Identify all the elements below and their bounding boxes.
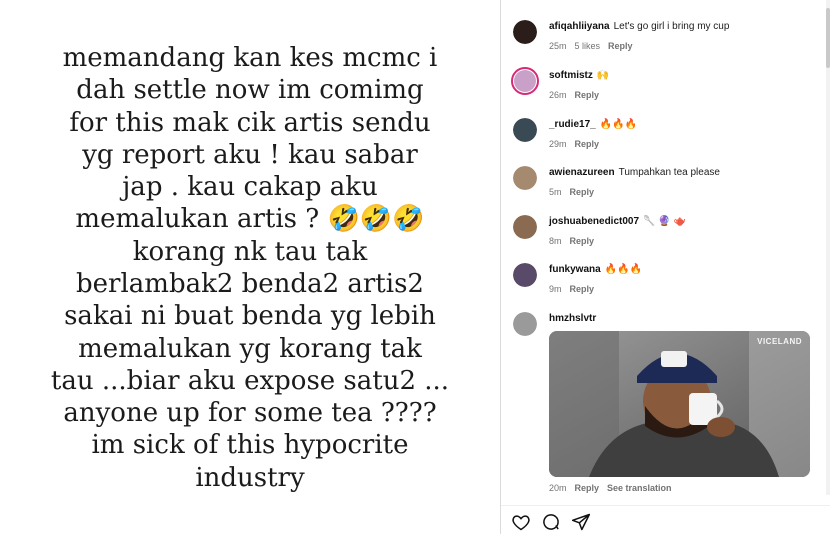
avatar[interactable]: [513, 312, 537, 336]
comment-username[interactable]: awienazureen: [549, 167, 615, 178]
see-translation-button[interactable]: See translation: [607, 483, 672, 493]
scrollbar-track[interactable]: [826, 0, 830, 495]
comment-likes[interactable]: 5 likes: [575, 41, 601, 51]
story-panel: memandang kan kes mcmc i dah settle now …: [0, 0, 500, 534]
avatar[interactable]: [513, 166, 537, 190]
comment-icon[interactable]: [541, 512, 561, 532]
share-icon[interactable]: [571, 512, 591, 532]
story-text: memandang kan kes mcmc i dah settle now …: [50, 42, 450, 493]
avatar[interactable]: [513, 263, 537, 287]
reply-button[interactable]: Reply: [575, 139, 600, 149]
comment-username[interactable]: softmistz: [549, 70, 593, 81]
reply-button[interactable]: Reply: [575, 90, 600, 100]
comment-text: Let's go girl i bring my cup: [613, 21, 730, 32]
heart-icon[interactable]: [511, 512, 531, 532]
comment-text: Tumpahkan tea please: [618, 167, 720, 178]
action-bar: [511, 512, 591, 532]
reply-button[interactable]: Reply: [570, 284, 595, 294]
comment-time: 8m: [549, 236, 562, 246]
comment-text: 🥄 🔮 🫖: [643, 216, 686, 227]
comment-username[interactable]: _rudie17_: [549, 119, 596, 130]
comment-time: 25m: [549, 41, 567, 51]
reply-button[interactable]: Reply: [570, 236, 595, 246]
reply-button[interactable]: Reply: [570, 187, 595, 197]
avatar[interactable]: [511, 67, 539, 95]
avatar[interactable]: [513, 20, 537, 44]
comment-meta: 20m Reply See translation: [549, 483, 680, 493]
gif-watermark: VICELAND: [757, 337, 802, 346]
gif-image: [549, 331, 810, 477]
comment-time: 5m: [549, 187, 562, 197]
comment-gif[interactable]: VICELAND: [549, 331, 810, 477]
comments-panel[interactable]: afiqahliiyana Let's go girl i bring my cu…: [501, 0, 830, 534]
comment-text: 🙌: [596, 70, 610, 81]
comment-username[interactable]: hmzhslvtr: [549, 313, 596, 324]
reply-button[interactable]: Reply: [608, 41, 633, 51]
comment-time: 29m: [549, 139, 567, 149]
comment-time: 26m: [549, 90, 567, 100]
avatar[interactable]: [513, 215, 537, 239]
comment-time: 20m: [549, 483, 567, 493]
reply-button[interactable]: Reply: [575, 483, 600, 493]
comment-username[interactable]: funkywana: [549, 264, 601, 275]
scrollbar-thumb[interactable]: [826, 8, 830, 68]
comment-text: 🔥🔥🔥: [604, 264, 643, 275]
avatar[interactable]: [513, 118, 537, 142]
comment-username[interactable]: joshuabenedict007: [549, 216, 639, 227]
comment-time: 9m: [549, 284, 562, 294]
comment-text: 🔥🔥🔥: [599, 119, 638, 130]
divider: [501, 505, 830, 506]
comment-username[interactable]: afiqahliiyana: [549, 21, 610, 32]
